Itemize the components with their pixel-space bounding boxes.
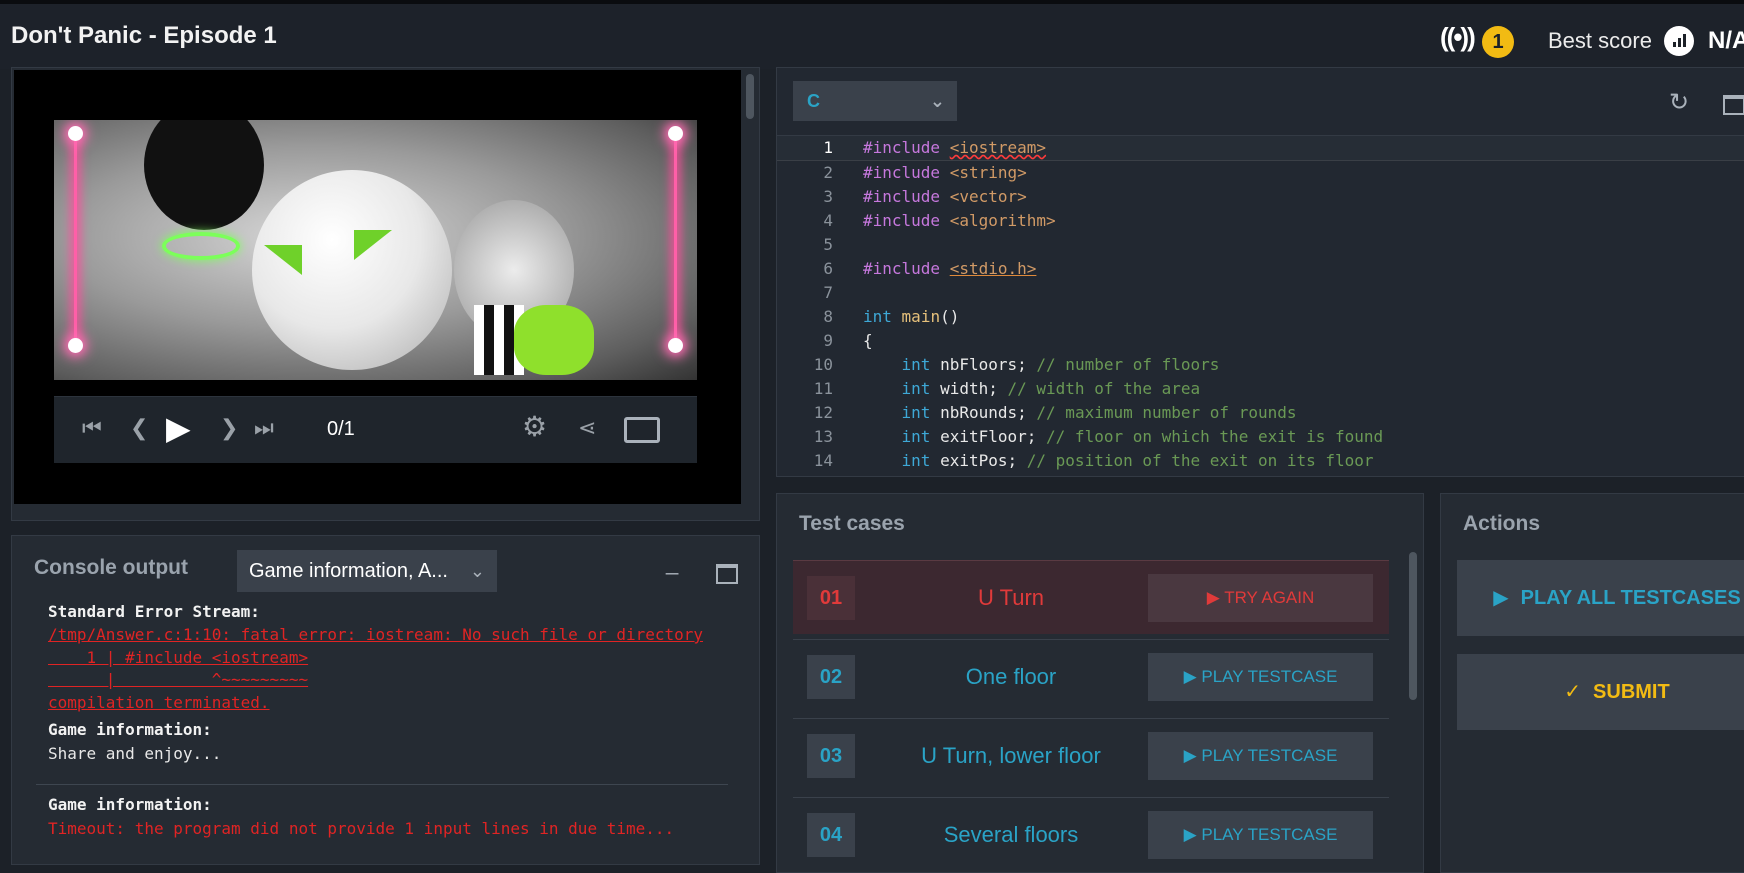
code-line[interactable]: 10 int nbFloors; // number of floors [777, 353, 1744, 377]
minimize-icon[interactable]: _ [666, 550, 686, 580]
testcase-number: 03 [807, 734, 855, 778]
play-all-testcases-button[interactable]: ▶ PLAY ALL TESTCASES [1457, 560, 1744, 636]
console-filter-value: Game information, A... [249, 560, 448, 582]
best-score-value: N/A [1708, 27, 1744, 54]
testcase-row[interactable]: 01 U Turn ▶ TRY AGAIN [793, 560, 1389, 634]
test-cases-panel: Test cases 01 U Turn ▶ TRY AGAIN 02 One … [776, 493, 1424, 873]
code-line[interactable]: 5 [777, 233, 1744, 257]
language-value: C [807, 91, 820, 111]
code-line[interactable]: 12 int nbRounds; // maximum number of ro… [777, 401, 1744, 425]
chevron-down-icon: ⌄ [929, 91, 945, 111]
laser-right [668, 126, 683, 353]
viewer-canvas: ⏮ ❮ ▶ ❯ ⏭ 0/1 ⚙ ⋖ [14, 70, 741, 504]
gear-icon[interactable]: ⚙ [522, 410, 547, 443]
test-cases-scrollbar[interactable] [1409, 552, 1417, 700]
code-line[interactable]: 6 #include <stdio.h> [777, 257, 1744, 281]
console-panel: Console output Game information, A... ⌄ … [11, 535, 760, 865]
scene-shape [514, 305, 594, 375]
live-count-badge[interactable]: 1 [1482, 26, 1514, 58]
submit-button[interactable]: ✓ SUBMIT [1457, 654, 1744, 730]
error-line[interactable]: /tmp/Answer.c:1:10: fatal error: iostrea… [48, 624, 728, 647]
step-forward-icon[interactable]: ❯ [220, 415, 238, 441]
play-icon[interactable]: ▶ [166, 409, 191, 447]
laser-left [68, 126, 83, 353]
error-line[interactable]: | ^~~~~~~~~~ [48, 669, 728, 692]
play-icon: ▶ [1183, 667, 1202, 686]
broadcast-icon[interactable]: ((•)) [1440, 22, 1486, 56]
checkmark-icon: ✓ [1564, 681, 1582, 703]
scene-shape [162, 232, 240, 260]
code-line[interactable]: 7 [777, 281, 1744, 305]
code-line[interactable]: 8 int main() [777, 305, 1744, 329]
testcase-number: 02 [807, 655, 855, 699]
code-editor: C ⌄ ↻ 1 #include <iostream> 2 #include <st… [776, 67, 1744, 477]
language-select[interactable]: C ⌄ [793, 81, 957, 121]
console-log: Standard Error Stream: /tmp/Answer.c:1:1… [36, 600, 728, 841]
info-label: Game information: [48, 720, 212, 739]
info-label: Game information: [48, 795, 212, 814]
editor-toolbar: C ⌄ ↻ [777, 68, 1744, 136]
game-scene-image [54, 120, 697, 380]
play-icon: ▶ [1183, 825, 1202, 844]
play-testcase-button[interactable]: ▶ PLAY TESTCASE [1148, 653, 1373, 701]
play-testcase-button[interactable]: ▶ PLAY TESTCASE [1148, 811, 1373, 859]
try-again-button[interactable]: ▶ TRY AGAIN [1148, 574, 1373, 622]
best-score-label: Best score [1548, 28, 1652, 53]
testcase-number: 01 [807, 576, 855, 620]
play-icon: ▶ [1493, 587, 1509, 609]
code-line[interactable]: 14 int exitPos; // position of the exit … [777, 449, 1744, 473]
testcase-row[interactable]: 04 Several floors ▶ PLAY TESTCASE [793, 797, 1389, 871]
testcase-name: One floor [965, 664, 1057, 689]
code-line[interactable]: 13 int exitFloor; // floor on which the … [777, 425, 1744, 449]
testcase-name: U Turn, lower floor [921, 743, 1101, 768]
signal-bars-icon [1664, 26, 1694, 56]
page-title: Don't Panic - Episode 1 [11, 22, 277, 49]
test-cases-title: Test cases [799, 512, 905, 535]
code-area[interactable]: 1 #include <iostream> 2 #include <string> … [777, 136, 1744, 473]
testcase-row[interactable]: 02 One floor ▶ PLAY TESTCASE [793, 639, 1389, 713]
testcase-row[interactable]: 03 U Turn, lower floor ▶ PLAY TESTCASE [793, 718, 1389, 792]
reset-icon[interactable]: ↻ [1669, 88, 1689, 117]
top-bar: Don't Panic - Episode 1 ((•)) 1 Best sco… [0, 0, 1744, 69]
info-text: Timeout: the program did not provide 1 i… [48, 819, 675, 838]
player-controls: ⏮ ❮ ▶ ❯ ⏭ 0/1 ⚙ ⋖ [54, 396, 697, 463]
scene-shape [264, 245, 302, 275]
console-title: Console output [34, 556, 188, 579]
testcase-number: 04 [807, 813, 855, 857]
actions-panel: Actions ▶ PLAY ALL TESTCASES ✓ SUBMIT [1440, 493, 1744, 873]
code-line[interactable]: 9{ [777, 329, 1744, 353]
scene-shape [144, 120, 264, 230]
play-icon: ▶ [1206, 588, 1225, 607]
divider [36, 784, 728, 785]
code-line[interactable]: 11 int width; // width of the area [777, 377, 1744, 401]
console-filter-select[interactable]: Game information, A... ⌄ [237, 550, 497, 592]
chevron-down-icon: ⌄ [469, 561, 485, 581]
maximize-icon[interactable] [1723, 95, 1744, 115]
game-viewer: ⏮ ❮ ▶ ❯ ⏭ 0/1 ⚙ ⋖ [11, 67, 760, 521]
frame-counter: 0/1 [327, 418, 355, 440]
maximize-icon[interactable] [716, 564, 738, 584]
skip-start-icon[interactable]: ⏮ [82, 415, 102, 441]
info-text: Share and enjoy... [48, 744, 222, 763]
skip-end-icon[interactable]: ⏭ [254, 415, 274, 441]
testcase-name: U Turn [977, 585, 1045, 610]
error-line[interactable]: compilation terminated. [48, 692, 728, 715]
fullscreen-icon[interactable] [624, 417, 660, 443]
step-back-icon[interactable]: ❮ [130, 415, 148, 441]
code-line[interactable]: 4 #include <algorithm> [777, 209, 1744, 233]
error-line[interactable]: 1 | #include <iostream> [48, 647, 728, 670]
testcase-name: Several floors [943, 822, 1079, 847]
viewer-scrollbar[interactable] [746, 74, 754, 119]
code-line[interactable]: 2 #include <string> [777, 161, 1744, 185]
share-icon[interactable]: ⋖ [578, 415, 596, 441]
actions-title: Actions [1463, 512, 1541, 535]
code-line[interactable]: 1 #include <iostream> [777, 136, 1744, 161]
scene-shape [354, 230, 392, 260]
code-line[interactable]: 3 #include <vector> [777, 185, 1744, 209]
stderr-label: Standard Error Stream: [48, 602, 260, 621]
play-testcase-button[interactable]: ▶ PLAY TESTCASE [1148, 732, 1373, 780]
play-icon: ▶ [1183, 746, 1202, 765]
